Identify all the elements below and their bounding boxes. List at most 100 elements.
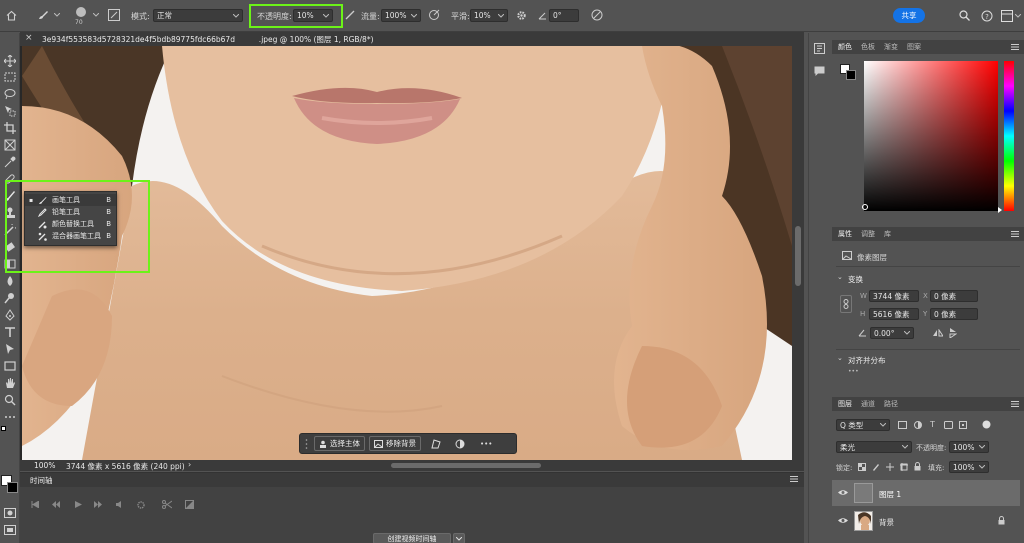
hue-slider[interactable] [1004, 61, 1014, 211]
lock-all-icon[interactable] [914, 462, 921, 471]
layer-name[interactable]: 背景 [879, 517, 894, 528]
smoothing-field[interactable]: 10% [470, 9, 508, 22]
lasso-tool-icon[interactable] [2, 86, 18, 102]
y-field[interactable]: 0 像素 [930, 308, 978, 320]
panel-menu-icon[interactable] [790, 476, 798, 482]
tab-gradients[interactable]: 渐变 [884, 42, 898, 52]
dodge-tool-icon[interactable] [2, 290, 18, 306]
filter-toggle-icon[interactable] [982, 420, 991, 429]
color-panel-bg-swatch[interactable] [846, 70, 856, 80]
blend-mode-select[interactable]: 柔光 [836, 441, 912, 453]
workspace-icon[interactable] [1000, 9, 1013, 22]
color-picker-cursor[interactable] [862, 204, 868, 210]
remove-background-button[interactable]: 移除背景 [369, 436, 421, 451]
background-color-swatch[interactable] [7, 482, 18, 493]
tab-color[interactable]: 颜色 [838, 42, 852, 52]
chevron-down-icon[interactable]: ⌄ [837, 273, 843, 281]
swap-colors-icon[interactable] [0, 425, 8, 433]
pressure-opacity-icon[interactable] [344, 9, 356, 21]
move-tool-icon[interactable] [2, 53, 18, 69]
rotation-angle-field[interactable]: 0.00° [870, 327, 914, 339]
pen-tool-icon[interactable] [2, 307, 18, 323]
filter-smart-object-icon[interactable] [959, 421, 967, 429]
screen-mode-icon[interactable] [2, 522, 18, 538]
layer-name[interactable]: 图层 1 [879, 489, 901, 500]
chevron-down-icon[interactable] [53, 11, 61, 19]
comments-panel-icon[interactable] [814, 66, 825, 77]
object-select-tool-icon[interactable] [2, 103, 18, 119]
brush-preset-icon[interactable] [36, 8, 50, 22]
lock-image-icon[interactable] [872, 463, 880, 471]
pressure-size-icon[interactable] [590, 8, 604, 22]
type-tool-icon[interactable] [2, 324, 18, 340]
rectangle-tool-icon[interactable] [2, 358, 18, 374]
airbrush-icon[interactable] [427, 8, 441, 22]
blur-tool-icon[interactable] [2, 273, 18, 289]
hand-tool-icon[interactable] [2, 375, 18, 391]
tab-libraries[interactable]: 库 [884, 229, 891, 239]
next-frame-icon[interactable] [94, 501, 102, 508]
settings-icon[interactable] [137, 501, 145, 509]
adjustment-icon[interactable] [454, 439, 466, 449]
mode-select[interactable]: 正常 [153, 9, 243, 22]
transform-icon[interactable] [430, 438, 442, 449]
layer-filter-select[interactable]: Q 类型 [836, 419, 890, 431]
tab-properties[interactable]: 属性 [838, 229, 852, 239]
lock-artboard-icon[interactable] [900, 463, 908, 471]
flip-horizontal-icon[interactable] [933, 329, 943, 337]
hue-slider-handle[interactable] [998, 207, 1002, 213]
width-field[interactable]: 3744 像素 [869, 290, 919, 302]
layer-opacity-field[interactable]: 100% [949, 441, 989, 453]
drag-handle-icon[interactable] [302, 438, 310, 450]
tab-paths[interactable]: 路径 [884, 399, 898, 409]
scrollbar-thumb[interactable] [795, 226, 801, 286]
tab-swatches[interactable]: 色板 [861, 42, 875, 52]
search-icon[interactable] [958, 9, 971, 22]
help-icon[interactable]: ? [980, 9, 993, 22]
tab-adjustments[interactable]: 调整 [861, 229, 875, 239]
share-button[interactable]: 共享 [893, 8, 925, 23]
x-field[interactable]: 0 像素 [930, 290, 978, 302]
quick-mask-icon[interactable] [2, 505, 18, 521]
zoom-tool-icon[interactable] [2, 392, 18, 408]
transition-icon[interactable] [185, 500, 194, 509]
angle-field[interactable]: 0° [549, 9, 579, 22]
tab-layers[interactable]: 图层 [838, 399, 852, 409]
flip-vertical-icon[interactable] [949, 328, 957, 338]
panel-menu-icon[interactable] [1011, 231, 1019, 237]
layer-row[interactable]: 图层 1 [832, 480, 1020, 506]
panel-menu-icon[interactable] [1011, 401, 1019, 407]
audio-icon[interactable] [116, 501, 123, 508]
flow-field[interactable]: 100% [381, 9, 421, 22]
chevron-down-icon[interactable]: ⌄ [837, 354, 843, 362]
visibility-eye-icon[interactable] [838, 489, 848, 496]
filter-type-icon[interactable]: T [930, 420, 935, 429]
frame-tool-icon[interactable] [2, 137, 18, 153]
path-select-tool-icon[interactable] [2, 341, 18, 357]
height-field[interactable]: 5616 像素 [869, 308, 919, 320]
brush-size-icon[interactable] [74, 5, 88, 19]
tab-patterns[interactable]: 图案 [907, 42, 921, 52]
chevron-down-icon[interactable] [92, 11, 100, 19]
brush-settings-icon[interactable] [107, 8, 121, 22]
filter-shape-icon[interactable] [944, 421, 953, 429]
layer-row[interactable]: 背景 [832, 508, 1020, 534]
document-tab[interactable]: × 3e934f553583d5728321de4f5bdb89775fdc66… [20, 32, 804, 46]
info-arrow-icon[interactable]: › [188, 460, 191, 469]
gear-icon[interactable] [515, 9, 527, 21]
link-proportions-button[interactable] [840, 295, 852, 313]
color-picker-field[interactable] [864, 61, 998, 211]
crop-tool-icon[interactable] [2, 120, 18, 136]
tab-channels[interactable]: 通道 [861, 399, 875, 409]
go-to-first-frame-icon[interactable] [31, 501, 39, 508]
vertical-scrollbar[interactable] [792, 46, 804, 460]
document-close-button[interactable]: × [25, 33, 33, 43]
fill-field[interactable]: 100% [949, 461, 989, 473]
properties-more-button[interactable]: ••• [848, 368, 859, 375]
filter-adjustment-icon[interactable] [914, 421, 922, 429]
play-icon[interactable] [75, 501, 82, 508]
panel-menu-icon[interactable] [1011, 44, 1019, 50]
visibility-eye-icon[interactable] [838, 517, 848, 524]
eyedropper-tool-icon[interactable] [2, 154, 18, 170]
marquee-tool-icon[interactable] [2, 69, 18, 85]
